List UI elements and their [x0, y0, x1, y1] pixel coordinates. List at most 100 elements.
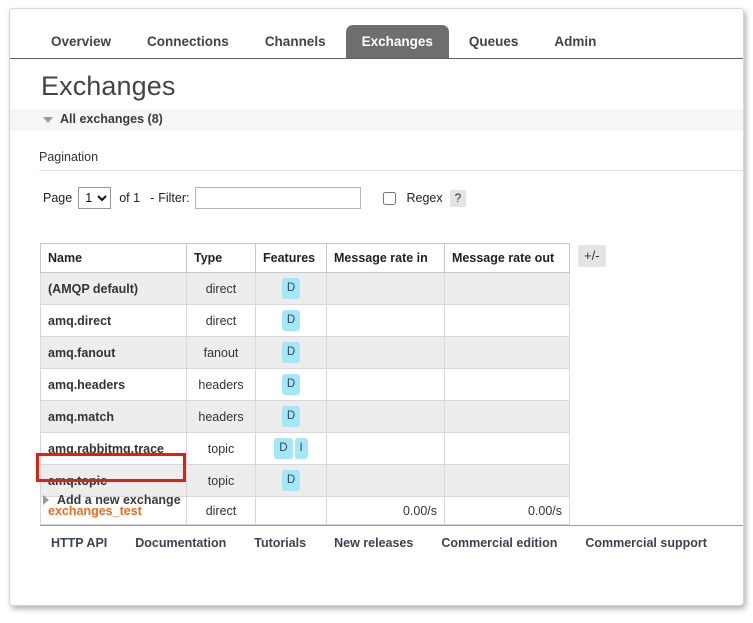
table-row: amq.match headers D: [40, 400, 570, 433]
footer-link-documentation[interactable]: Documentation: [135, 536, 226, 550]
cell-features: D: [255, 368, 327, 401]
chevron-down-icon: [43, 117, 53, 123]
pagination-divider: [39, 170, 743, 171]
cell-message-rate-in: [326, 304, 445, 337]
column-header-message-rate-out[interactable]: Message rate out: [444, 243, 570, 273]
nav-tab-exchanges[interactable]: Exchanges: [345, 25, 449, 58]
cell-type: direct: [186, 304, 256, 337]
cell-message-rate-out: [444, 432, 570, 465]
table-row: amq.topic topic D: [40, 464, 570, 497]
cell-name: amq.direct: [40, 304, 187, 337]
cell-message-rate-out: [444, 464, 570, 497]
feature-badge[interactable]: D: [281, 374, 301, 395]
filter-label: Filter:: [158, 191, 190, 205]
footer-link-commercial-edition[interactable]: Commercial edition: [441, 536, 557, 550]
nav-tab-connections[interactable]: Connections: [131, 25, 245, 58]
exchanges-table: Name Type Features Message rate in Message r…: [40, 243, 570, 525]
nav-tabs: Overview Connections Channels Exchanges Queu…: [35, 25, 616, 58]
cell-message-rate-in: [326, 336, 445, 369]
cell-message-rate-in: [326, 432, 445, 465]
main-nav-tabbar: Overview Connections Channels Exchanges Queu…: [10, 9, 743, 59]
footer-link-new-releases[interactable]: New releases: [334, 536, 413, 550]
chevron-right-icon: [43, 495, 49, 505]
table-row: (AMQP default) direct D: [40, 272, 570, 305]
regex-checkbox[interactable]: [383, 191, 397, 205]
cell-features: D: [255, 336, 327, 369]
cell-message-rate-out: 0.00/s: [444, 496, 570, 525]
cell-features: [255, 496, 327, 525]
footer-link-http-api[interactable]: HTTP API: [51, 536, 107, 550]
column-header-message-rate-in[interactable]: Message rate in: [326, 243, 445, 273]
cell-message-rate-in: [326, 272, 445, 305]
table-row: amq.fanout fanout D: [40, 336, 570, 369]
cell-name: amq.match: [40, 400, 187, 433]
page-of-label: of 1: [119, 191, 141, 205]
nav-tab-queues[interactable]: Queues: [453, 25, 535, 58]
table-header-row: Name Type Features Message rate in Message r…: [40, 243, 570, 273]
feature-badge[interactable]: D: [281, 470, 301, 491]
cell-type: fanout: [186, 336, 256, 369]
cell-type: direct: [186, 496, 256, 525]
table-row: amq.headers headers D: [40, 368, 570, 401]
nav-tab-admin[interactable]: Admin: [538, 25, 612, 58]
cell-message-rate-out: [444, 272, 570, 305]
footer-link-tutorials[interactable]: Tutorials: [254, 536, 306, 550]
table-row: amq.rabbitmq.trace topic D I: [40, 432, 570, 465]
cell-name: amq.rabbitmq.trace: [40, 432, 187, 465]
table-row: amq.direct direct D: [40, 304, 570, 337]
footer-link-commercial-support[interactable]: Commercial support: [585, 536, 707, 550]
add-new-exchange-label: Add a new exchange: [57, 493, 181, 507]
page-select[interactable]: 1: [78, 187, 112, 209]
cell-message-rate-in: [326, 464, 445, 497]
table-body: (AMQP default) direct Damq.direct direct Dam…: [40, 272, 570, 525]
filter-input[interactable]: [195, 187, 362, 209]
cell-message-rate-out: [444, 304, 570, 337]
all-exchanges-label: All exchanges (8): [60, 112, 163, 126]
footer-divider: [40, 525, 743, 526]
cell-features: D: [255, 272, 327, 305]
cell-message-rate-out: [444, 368, 570, 401]
column-header-features[interactable]: Features: [255, 243, 327, 273]
feature-badge[interactable]: D: [281, 310, 301, 331]
page-title: Exchanges: [41, 71, 176, 101]
pagination-dash: -: [150, 191, 155, 205]
column-header-type[interactable]: Type: [186, 243, 256, 273]
cell-name: amq.topic: [40, 464, 187, 497]
cell-name: amq.fanout: [40, 336, 187, 369]
columns-toggle-button[interactable]: +/-: [578, 245, 606, 267]
cell-features: D: [255, 464, 327, 497]
cell-type: topic: [186, 464, 256, 497]
cell-features: D: [255, 304, 327, 337]
cell-type: topic: [186, 432, 256, 465]
nav-tab-overview[interactable]: Overview: [35, 25, 127, 58]
cell-name: amq.headers: [40, 368, 187, 401]
pagination-controls: Page 1 of 1 - Filter: Regex ?: [43, 187, 467, 209]
feature-badge[interactable]: D: [281, 342, 301, 363]
cell-name: (AMQP default): [40, 272, 187, 305]
feature-badge[interactable]: I: [294, 438, 308, 459]
cell-message-rate-out: [444, 336, 570, 369]
help-icon[interactable]: ?: [449, 189, 467, 207]
cell-type: headers: [186, 368, 256, 401]
feature-badge[interactable]: D: [281, 278, 301, 299]
cell-features: DI: [255, 432, 327, 465]
regex-label: Regex: [406, 191, 443, 205]
cell-type: direct: [186, 272, 256, 305]
all-exchanges-toggle[interactable]: All exchanges (8): [43, 112, 163, 126]
cell-message-rate-out: [444, 400, 570, 433]
cell-type: headers: [186, 400, 256, 433]
column-header-name[interactable]: Name: [40, 243, 187, 273]
app-root: Overview Connections Channels Exchanges Queu…: [0, 0, 753, 623]
feature-badge[interactable]: D: [274, 438, 293, 459]
cell-message-rate-in: 0.00/s: [326, 496, 445, 525]
add-new-exchange-toggle[interactable]: Add a new exchange: [43, 493, 181, 507]
footer-links: HTTP API Documentation Tutorials New releas…: [51, 536, 735, 550]
pagination-label: Pagination: [39, 150, 99, 164]
cell-message-rate-in: [326, 368, 445, 401]
feature-badge[interactable]: D: [281, 406, 301, 427]
page-word-label: Page: [43, 191, 73, 205]
browser-content-panel: Overview Connections Channels Exchanges Queu…: [9, 8, 744, 606]
nav-tab-channels[interactable]: Channels: [249, 25, 342, 58]
exchanges-table-wrap: Name Type Features Message rate in Message r…: [40, 243, 570, 525]
cell-message-rate-in: [326, 400, 445, 433]
